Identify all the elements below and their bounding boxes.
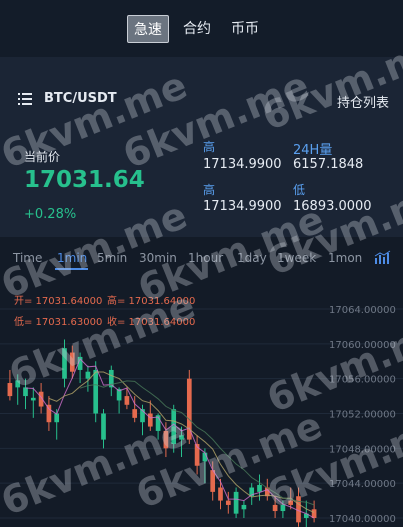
candle-body <box>30 397 36 401</box>
low-label: 低 <box>293 183 306 197</box>
current-price: 17031.64 <box>24 167 145 193</box>
candle-body <box>233 491 239 514</box>
volume-label: 24H量 <box>293 143 333 158</box>
candle-body <box>225 500 231 505</box>
y-tick-label: 17040.00000 <box>329 514 396 525</box>
high2-value: 17134.9900 <box>203 199 282 214</box>
high-value: 17134.9900 <box>203 157 282 172</box>
tab-speed[interactable]: 急速 <box>127 15 169 43</box>
candle-body <box>7 383 13 397</box>
tab-contract[interactable]: 合约 <box>177 15 217 37</box>
candle-body <box>85 371 91 379</box>
candle-body <box>218 487 223 501</box>
volume-value: 6157.1848 <box>293 157 364 172</box>
chart-type-icon[interactable] <box>374 250 392 264</box>
candle-body <box>124 396 130 405</box>
list-menu-icon[interactable] <box>18 93 32 106</box>
y-tick-label: 17064.00000 <box>329 305 396 316</box>
tab-spot[interactable]: 币币 <box>225 15 265 37</box>
candle-body <box>241 504 247 510</box>
high2-label: 高 <box>203 183 216 197</box>
candle-body <box>132 409 138 418</box>
candle-body <box>101 413 106 440</box>
candle-body <box>93 369 99 414</box>
price-change: +0.28% <box>24 207 77 222</box>
top-tabs: 急速 合约 币币 <box>127 15 273 43</box>
candle-body <box>46 404 52 423</box>
y-tick-label: 17052.00000 <box>329 410 396 421</box>
candle-body <box>257 484 262 492</box>
candle-body <box>54 413 60 423</box>
